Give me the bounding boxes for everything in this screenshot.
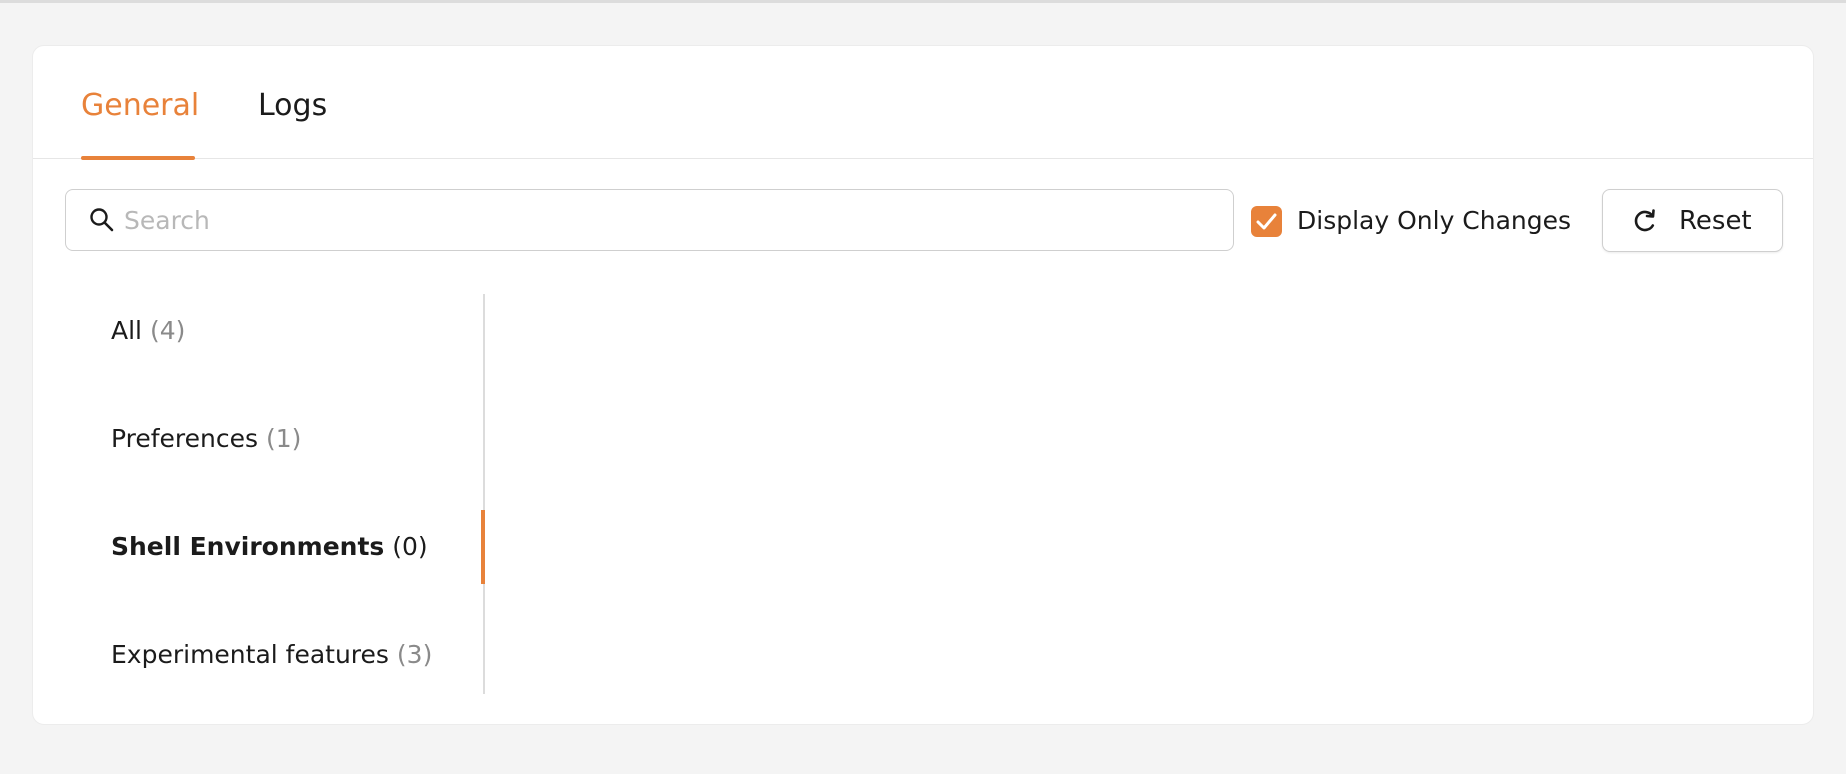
display-only-changes-checkbox[interactable] [1251, 206, 1282, 237]
search-box[interactable] [65, 189, 1234, 251]
sidebar-item-count: (0) [392, 532, 428, 561]
tab-bar: General Logs [33, 46, 1813, 160]
reset-icon [1634, 209, 1655, 232]
settings-panel: General Logs Display Only Changes Reset [32, 45, 1814, 725]
reset-button[interactable]: Reset [1602, 189, 1783, 252]
top-divider [0, 0, 1846, 3]
tab-logs[interactable]: Logs [258, 86, 327, 126]
sidebar-item-count: (4) [149, 316, 186, 345]
search-icon [90, 208, 114, 232]
sidebar-item-label: All [111, 316, 142, 345]
sidebar-item-label: Experimental features [111, 640, 389, 669]
sidebar-item-count: (1) [266, 424, 302, 453]
display-only-changes-label[interactable]: Display Only Changes [1297, 204, 1571, 238]
sidebar-item-shell-environments[interactable]: Shell Environments (0) [111, 530, 428, 564]
reset-button-label: Reset [1679, 206, 1752, 236]
toolbar: Display Only Changes Reset [33, 159, 1813, 259]
sidebar-item-experimental-features[interactable]: Experimental features (3) [111, 638, 432, 672]
checkmark-icon [1256, 213, 1277, 230]
sidebar-item-preferences[interactable]: Preferences (1) [111, 422, 301, 456]
sidebar-item-label: Preferences [111, 424, 259, 453]
tab-general[interactable]: General [81, 86, 199, 126]
sidebar-item-all[interactable]: All (4) [111, 314, 185, 348]
sidebar-item-label: Shell Environments [111, 532, 385, 561]
search-input[interactable] [124, 198, 1204, 242]
sidebar-item-count: (3) [396, 640, 433, 669]
settings-content-area [485, 294, 1785, 694]
